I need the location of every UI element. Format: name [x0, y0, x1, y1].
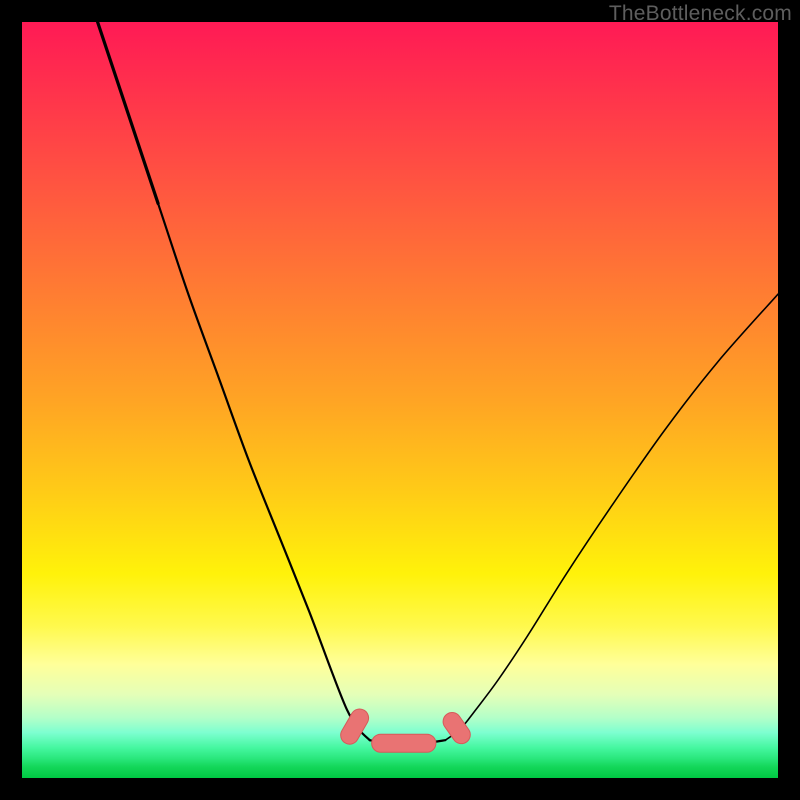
valley-marker-2 [440, 709, 474, 747]
bottleneck-curve-left-branch [98, 22, 370, 740]
valley-marker-1 [372, 734, 436, 752]
plot-area [22, 22, 778, 778]
valley-marker-0 [337, 706, 371, 748]
bottleneck-curve-layer [22, 22, 778, 778]
bottleneck-curve-right-branch [445, 294, 778, 740]
bottleneck-curve-left-top-thick [98, 22, 158, 203]
chart-frame: TheBottleneck.com [0, 0, 800, 800]
